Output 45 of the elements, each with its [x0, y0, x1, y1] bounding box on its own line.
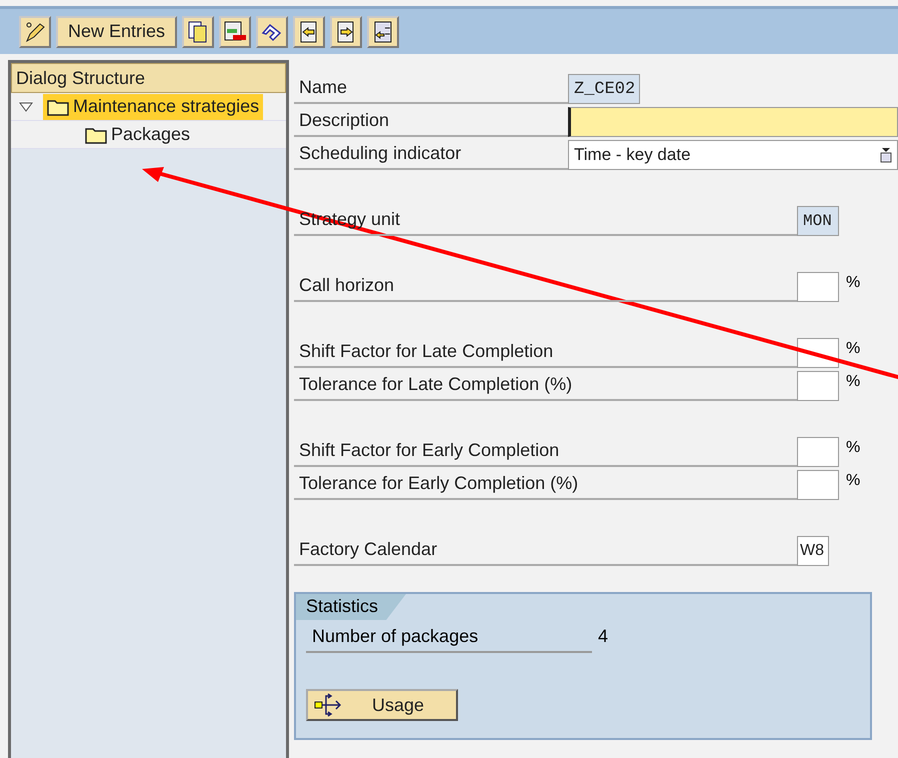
field-label: Factory Calendar [294, 539, 797, 566]
field-label: Number of packages [306, 620, 592, 653]
statistics-tab-title: Statistics [296, 594, 406, 620]
branch-arrows-icon [314, 693, 344, 717]
toolbar-button[interactable] [293, 16, 326, 48]
tree-item[interactable]: Maintenance strategies [43, 94, 264, 120]
unit-value-field: MON [797, 206, 839, 236]
unit-label: % [846, 472, 860, 490]
field-label: Call horizon [294, 275, 797, 302]
unit-label: % [846, 274, 860, 292]
package-count: 4 [598, 626, 608, 646]
field-label: Scheduling indicator [294, 143, 568, 170]
folder-icon [85, 126, 107, 144]
field-label: Shift Factor for Late Completion [294, 341, 797, 368]
unit-label: % [846, 373, 860, 391]
field-label: Description [294, 110, 568, 137]
toolbar-button[interactable] [330, 16, 362, 48]
dialog-structure-header: Dialog Structure [11, 63, 286, 93]
copy-icon [187, 20, 210, 44]
toolbar-button[interactable] [19, 16, 51, 48]
field-label: Tolerance for Early Completion (%) [294, 473, 797, 500]
name-value-field: Z_CE02 [568, 74, 640, 104]
delete-row-icon [223, 20, 248, 44]
percent-input-field[interactable] [797, 470, 839, 500]
dropdown-field[interactable]: Time - key date [568, 140, 898, 170]
usage-button[interactable]: Usage [306, 689, 458, 721]
toolbar-button[interactable] [182, 16, 214, 48]
calendar-input-field[interactable]: W8 [797, 536, 829, 566]
pencil-icon [23, 20, 47, 44]
folder-icon [47, 98, 69, 116]
unit-label: % [846, 439, 860, 457]
field-label: Name [294, 77, 568, 104]
percent-input-field[interactable] [797, 272, 839, 302]
new-entries-button[interactable]: New Entries [56, 16, 178, 48]
unit-label: % [846, 340, 860, 358]
percent-input-field[interactable] [797, 437, 839, 467]
dropdown-list-icon[interactable] [880, 147, 892, 163]
toolbar-button[interactable] [367, 16, 400, 48]
percent-input-field[interactable] [797, 371, 839, 401]
toolbar-button[interactable] [219, 16, 252, 48]
field-label: Shift Factor for Early Completion [294, 440, 797, 467]
collapse-triangle-icon[interactable] [19, 100, 33, 112]
toolbar-button[interactable] [256, 16, 288, 48]
field-label: Tolerance for Late Completion (%) [294, 374, 797, 401]
description-input-field[interactable] [568, 107, 898, 137]
